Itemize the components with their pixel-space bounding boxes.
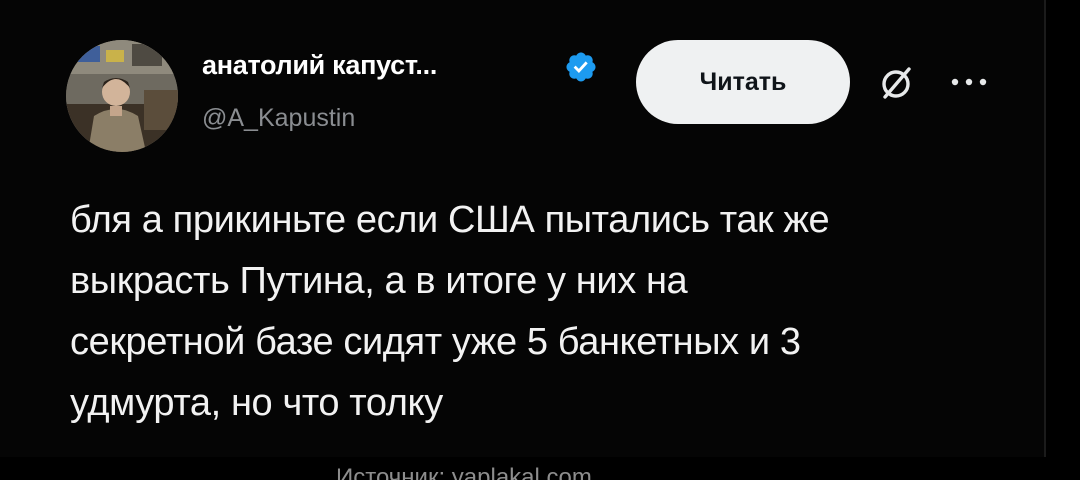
avatar-photo: [66, 40, 178, 152]
author-display-name[interactable]: анатолий капуст...: [202, 50, 437, 81]
tweet-text-line: выкрасть Путина, а в итоге у них на: [70, 260, 688, 302]
follow-button[interactable]: Читать: [636, 40, 850, 124]
author-handle[interactable]: @A_Kapustin: [202, 104, 355, 133]
more-options-icon[interactable]: [950, 76, 988, 88]
author-avatar[interactable]: [66, 40, 178, 152]
tweet-text-line: удмурта, но что толку: [70, 382, 443, 424]
screenshot-page: анатолий капуст... @A_Kapustin Читать бл…: [0, 0, 1080, 480]
tweet-text-line: бля а прикиньте если США пытались так же: [70, 199, 830, 241]
tweet-card: анатолий капуст... @A_Kapustin Читать бл…: [0, 0, 1046, 457]
verified-badge-icon: [566, 52, 596, 82]
tweet-text: бля а прикиньте если США пытались так же…: [70, 190, 1020, 434]
source-watermark: Источник: yaplakal.com: [336, 464, 592, 480]
grok-icon[interactable]: [876, 64, 916, 104]
tweet-text-line: секретной базе сидят уже 5 банкетных и 3: [70, 321, 801, 363]
